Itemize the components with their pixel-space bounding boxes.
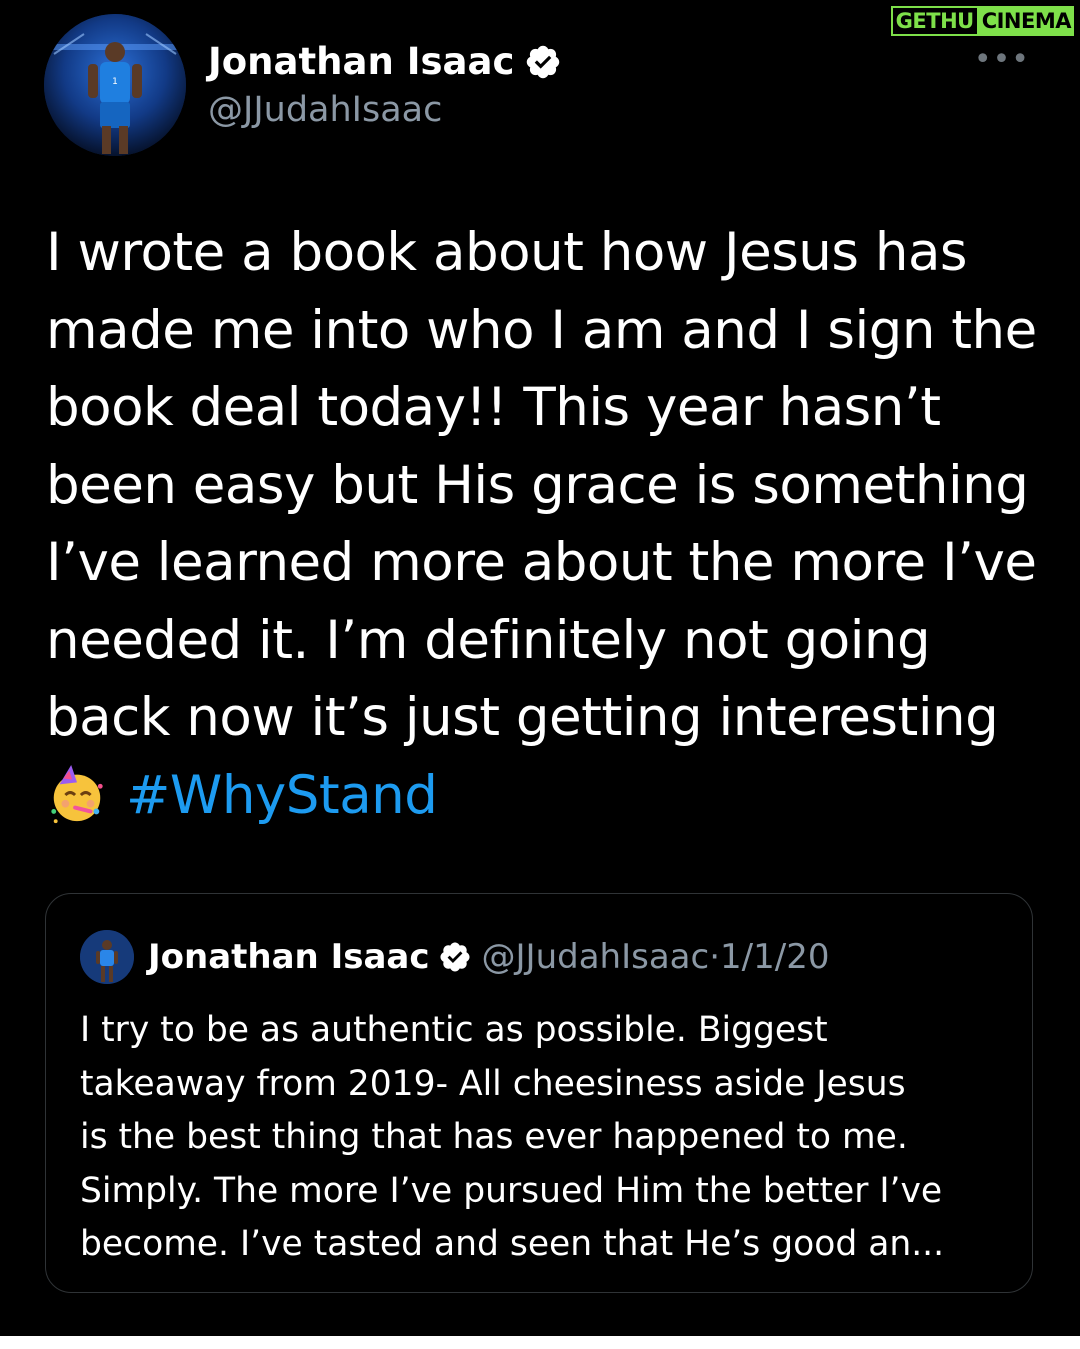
author-name-row[interactable]: Jonathan Isaac	[208, 40, 562, 84]
quoted-line: is the best thing that has ever happened…	[80, 1117, 908, 1157]
gethu-cinema-watermark: GETHU CINEMA	[890, 6, 1074, 36]
meta-separator: ·	[709, 937, 721, 977]
tweet-body: I wrote a book about how Jesus has made …	[46, 214, 1046, 834]
tweet-line: book deal today!! This year hasn’t	[46, 377, 941, 438]
tweet-line: needed it. I’m definitely not going	[46, 609, 931, 671]
player-avatar-icon: 1	[44, 14, 186, 156]
more-options-icon[interactable]: •••	[974, 45, 1030, 75]
tweet-line: been easy but His grace is something	[46, 454, 1029, 516]
quoted-tweet-date[interactable]: 1/1/20	[720, 937, 829, 977]
quoted-author-name[interactable]: Jonathan Isaac	[148, 937, 430, 977]
verified-badge-icon	[440, 942, 470, 972]
quoted-line: Simply. The more I’ve pursued Him the be…	[80, 1170, 943, 1211]
tweet-line: made me into who I am and I sign the	[46, 299, 1037, 361]
quoted-author-avatar[interactable]	[80, 930, 134, 984]
tweet-line: I wrote a book about how Jesus has	[46, 222, 968, 283]
watermark-part1: GETHU	[890, 6, 979, 36]
tweet-line: back now it’s just getting interesting	[46, 687, 999, 748]
watermark-part2: CINEMA	[978, 6, 1074, 36]
tweet-line: I’ve learned more about the more I’ve	[46, 532, 1037, 593]
author-avatar[interactable]: 1	[44, 14, 186, 156]
author-handle[interactable]: @JJudahIsaac	[208, 88, 442, 132]
svg-text:1: 1	[112, 77, 118, 87]
tweet-screenshot: GETHU CINEMA 1 Jonathan Isaac @JJudahIsa…	[0, 0, 1080, 1336]
player-avatar-icon	[80, 930, 134, 984]
author-name[interactable]: Jonathan Isaac	[208, 40, 514, 84]
quoted-line: become. I’ve tasted and seen that He’s g…	[80, 1224, 945, 1264]
quoted-tweet-body: I try to be as authentic as possible. Bi…	[80, 1004, 1020, 1272]
quoted-line: takeaway from 2019- All cheesiness aside…	[80, 1063, 906, 1104]
hashtag-link[interactable]: #WhyStand	[126, 765, 438, 826]
quoted-line: I try to be as authentic as possible. Bi…	[80, 1010, 828, 1050]
verified-badge-icon	[527, 45, 560, 79]
quoted-tweet-card[interactable]: Jonathan Isaac @JJudahIsaac · 1/1/20 I t…	[45, 893, 1033, 1293]
partying-face-emoji-icon	[51, 764, 103, 823]
quoted-author-handle[interactable]: @JJudahIsaac	[482, 937, 710, 977]
quoted-tweet-header: Jonathan Isaac @JJudahIsaac · 1/1/20	[80, 930, 829, 984]
tweet-last-line: #WhyStand	[46, 757, 1046, 835]
